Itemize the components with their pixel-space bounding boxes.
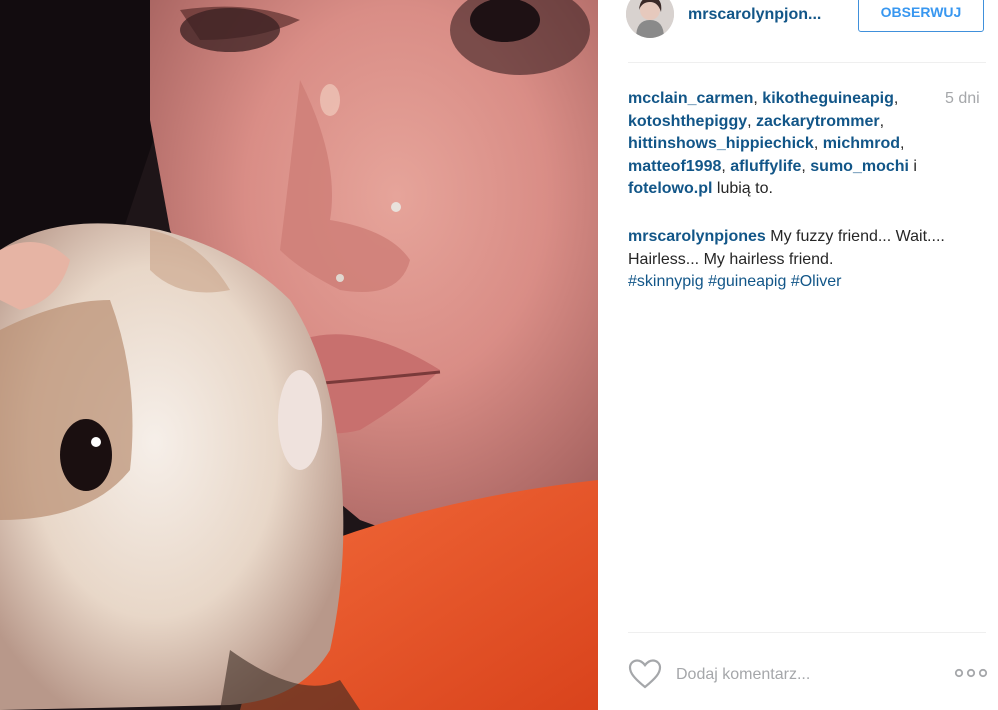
likes-separator: ,	[893, 90, 899, 107]
like-user-link[interactable]: sumo_mochi	[810, 158, 909, 175]
caption-username[interactable]: mrscarolynpjones	[628, 228, 766, 245]
likes-separator: ,	[813, 135, 823, 152]
divider	[628, 62, 986, 63]
post-header: mrscarolynpjon... OBSERWUJ	[598, 0, 998, 62]
ellipsis-icon	[954, 668, 988, 678]
avatar-photo-icon	[626, 0, 674, 38]
post-caption: mrscarolynpjones My fuzzy friend... Wait…	[628, 226, 984, 294]
more-options-button[interactable]	[954, 664, 988, 682]
likes-conjunction: i	[908, 157, 917, 175]
comment-input[interactable]	[676, 662, 936, 688]
likes-separator: ,	[721, 157, 731, 175]
like-user-link[interactable]: fotelowo.pl	[628, 180, 712, 197]
like-user-link[interactable]: matteof1998	[628, 158, 721, 175]
like-button[interactable]	[628, 658, 662, 690]
likes-list: mcclain_carmen, kikotheguineapig, kotosh…	[628, 88, 928, 201]
heart-icon	[628, 659, 662, 689]
caption-hashtags: #skinnypig #guineapig #Oliver	[628, 273, 842, 290]
likes-separator: ,	[900, 135, 905, 152]
like-user-link[interactable]: hittinshows_hippiechick	[628, 135, 814, 152]
post-photo-image	[0, 0, 598, 710]
likes-separator: ,	[747, 112, 756, 130]
likes-separator: ,	[801, 157, 811, 175]
post-timestamp[interactable]: 5 dni	[945, 90, 980, 108]
like-user-link[interactable]: michmrod	[823, 135, 900, 152]
divider	[628, 632, 986, 633]
post-details-panel: mrscarolynpjon... OBSERWUJ mcclain_carme…	[598, 0, 998, 710]
like-user-link[interactable]: zackarytrommer	[756, 113, 880, 130]
like-user-link[interactable]: afluffylife	[730, 158, 801, 175]
like-user-link[interactable]: kikotheguineapig	[762, 90, 894, 107]
likes-separator: ,	[879, 112, 885, 130]
like-user-link[interactable]: kotoshthepiggy	[628, 113, 747, 130]
author-avatar[interactable]	[626, 0, 674, 38]
post-photo	[0, 0, 598, 710]
hashtag-link[interactable]: #guineapig	[708, 273, 786, 290]
like-user-link[interactable]: mcclain_carmen	[628, 90, 753, 107]
author-username[interactable]: mrscarolynpjon...	[688, 6, 821, 24]
hashtag-link[interactable]: #skinnypig	[628, 273, 704, 290]
follow-button[interactable]: OBSERWUJ	[858, 0, 984, 32]
likes-separator: ,	[753, 90, 763, 107]
hashtag-link[interactable]: #Oliver	[791, 273, 842, 290]
likes-suffix: lubią to.	[712, 180, 773, 197]
